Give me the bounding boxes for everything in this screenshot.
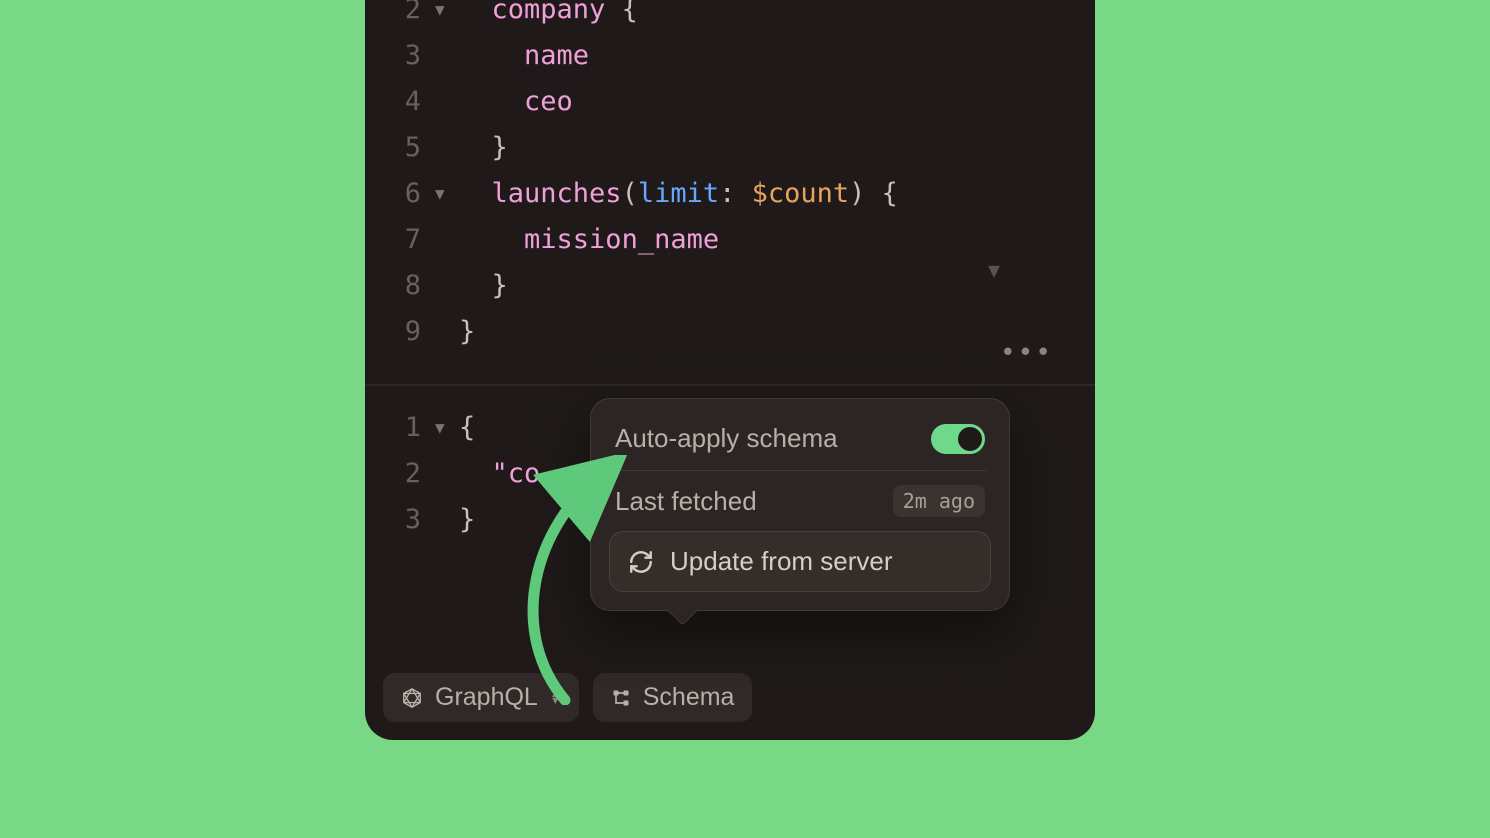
code-line[interactable]: 4 ceo xyxy=(365,78,1095,124)
line-number: 7 xyxy=(365,224,435,255)
chevron-down-icon[interactable]: ▼ xyxy=(988,258,1000,282)
line-number: 8 xyxy=(365,270,435,301)
popover-divider xyxy=(613,470,987,471)
fold-toggle-icon[interactable]: ▼ xyxy=(435,0,459,19)
last-fetched-row: Last fetched 2m ago xyxy=(609,477,991,525)
code-content: name xyxy=(459,40,589,71)
code-line[interactable]: 2▼ company { xyxy=(365,0,1095,32)
auto-apply-toggle[interactable] xyxy=(931,424,985,454)
refresh-icon xyxy=(628,549,654,575)
schema-label: Schema xyxy=(643,683,735,712)
code-content: ceo xyxy=(459,86,573,117)
schema-popover: Auto-apply schema Last fetched 2m ago Up… xyxy=(590,398,1010,611)
code-content: { xyxy=(459,412,475,443)
code-content: } xyxy=(459,316,475,347)
code-line[interactable]: 9} xyxy=(365,308,1095,354)
graphql-icon xyxy=(401,687,423,709)
fold-toggle-icon[interactable]: ▼ xyxy=(435,418,459,437)
query-editor[interactable]: 2▼ company {3 name4 ceo5 }6▼ launches(li… xyxy=(365,0,1095,384)
line-number: 5 xyxy=(365,132,435,163)
auto-apply-label: Auto-apply schema xyxy=(615,423,838,454)
last-fetched-label: Last fetched xyxy=(615,486,757,517)
code-line[interactable]: 8 } xyxy=(365,262,1095,308)
code-content: } xyxy=(459,270,508,301)
last-fetched-value: 2m ago xyxy=(893,485,985,517)
bottom-bar: GraphQL ▲▼ Schema xyxy=(383,673,752,722)
graphql-mode-button[interactable]: GraphQL ▲▼ xyxy=(383,673,579,722)
line-number: 9 xyxy=(365,316,435,347)
code-content: } xyxy=(459,132,508,163)
schema-button[interactable]: Schema xyxy=(593,673,753,722)
line-number: 2 xyxy=(365,0,435,25)
line-number: 6 xyxy=(365,178,435,209)
code-content: launches(limit: $count) { xyxy=(459,178,898,209)
graphql-label: GraphQL xyxy=(435,683,538,712)
code-content: mission_name xyxy=(459,224,719,255)
code-content: } xyxy=(459,504,475,535)
editor-window: 2▼ company {3 name4 ceo5 }6▼ launches(li… xyxy=(365,0,1095,740)
code-content: "co xyxy=(459,458,540,489)
auto-apply-row: Auto-apply schema xyxy=(609,419,991,470)
update-from-server-button[interactable]: Update from server xyxy=(609,531,991,592)
more-icon[interactable]: ••• xyxy=(1000,338,1053,368)
schema-tree-icon xyxy=(611,688,631,708)
line-number: 2 xyxy=(365,458,435,489)
line-number: 3 xyxy=(365,504,435,535)
code-line[interactable]: 5 } xyxy=(365,124,1095,170)
code-content: company { xyxy=(459,0,638,25)
line-number: 1 xyxy=(365,412,435,443)
code-line[interactable]: 3 name xyxy=(365,32,1095,78)
code-line[interactable]: 6▼ launches(limit: $count) { xyxy=(365,170,1095,216)
sort-icon: ▲▼ xyxy=(550,691,561,705)
line-number: 3 xyxy=(365,40,435,71)
update-label: Update from server xyxy=(670,546,893,577)
code-line[interactable]: 7 mission_name xyxy=(365,216,1095,262)
fold-toggle-icon[interactable]: ▼ xyxy=(435,184,459,203)
line-number: 4 xyxy=(365,86,435,117)
